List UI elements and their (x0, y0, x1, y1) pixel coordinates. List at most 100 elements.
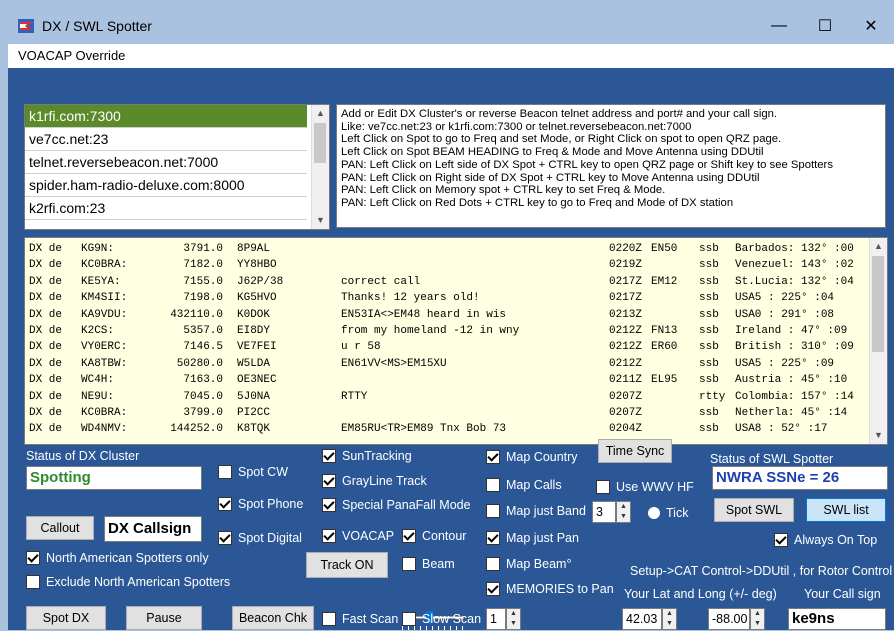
spot-cw-checkbox[interactable]: Spot CW (218, 465, 288, 479)
spot-dx-button[interactable]: Spot DX (26, 606, 106, 630)
maximize-button[interactable]: ☐ (802, 8, 848, 44)
spot-row[interactable]: DX de VY0ERC: 7146.5 VE7FEI u r 58 0212Z ER60 s… (25, 339, 887, 355)
cluster-list[interactable]: k1rfi.com:7300 ve7cc.net:23 telnet.rever… (24, 104, 330, 230)
spot-row[interactable]: DX de KA9VDU: 432110.0 K0DOK EN53IA<>EM48 he… (25, 307, 887, 323)
checkbox-box (322, 449, 336, 463)
callout-button[interactable]: Callout (26, 516, 94, 540)
pause-button[interactable]: Pause (126, 606, 202, 630)
map-just-pan-checkbox[interactable]: Map just Pan (486, 531, 579, 545)
latitude-input[interactable]: 42.03 (622, 608, 662, 630)
spot-comment: u r 58 (341, 341, 381, 354)
spot-dx: DX de (29, 292, 63, 305)
spot-dx: DX de (29, 357, 63, 370)
spot-call: KG9N: (81, 243, 115, 255)
menu-bar: VOACAP Override (8, 44, 894, 69)
longitude-input[interactable]: -88.00 (708, 608, 750, 630)
help-text-box[interactable]: Add or Edit DX Cluster's or reverse Beac… (336, 104, 886, 228)
grayline-checkbox[interactable]: GrayLine Track (322, 474, 427, 488)
spot-row[interactable]: DX de KC0BRA: 3799.0 PI2CC 0207Z ssb Netherla:… (25, 405, 887, 421)
cluster-list-item[interactable]: spider.ham-radio-deluxe.com:8000 (25, 174, 307, 197)
memories-checkbox[interactable]: MEMORIES to Pan (486, 582, 614, 596)
spot-mode: ssb (699, 324, 719, 337)
suntracking-checkbox[interactable]: SunTracking (322, 449, 412, 463)
cluster-status-label: Status of DX Cluster (26, 449, 140, 463)
spot-call: KM4SII: (81, 292, 128, 305)
chevron-down-icon[interactable]: ▼ (870, 427, 887, 444)
spot-row[interactable]: DX de KE5YA: 7155.0 J62P/38 correct call 0217… (25, 274, 887, 290)
na-only-checkbox[interactable]: North American Spotters only (26, 551, 209, 565)
map-just-band-checkbox[interactable]: Map just Band (486, 504, 586, 518)
spot-freq: 50280.0 (176, 357, 223, 370)
contour-checkbox[interactable]: Contour (402, 529, 466, 543)
scan-speed-spinner[interactable]: ▲ ▼ (506, 608, 521, 630)
swl-status-value: NWRA SSNe = 26 (712, 466, 888, 490)
spot-row[interactable]: DX de NE9U: 7045.0 5J0NA RTTY 0207Z rtty Colomb… (25, 389, 887, 405)
latitude-spinner[interactable]: ▲ ▼ (662, 608, 677, 630)
dx-spot-list[interactable]: DX de KG9N: 3791.0 8P9AL 0220Z EN50 ssb Barbado… (24, 237, 888, 445)
scroll-thumb[interactable] (314, 123, 326, 163)
track-on-button[interactable]: Track ON (306, 552, 388, 578)
beacon-chk-button[interactable]: Beacon Chk (232, 606, 314, 630)
spot-freq: 3799.0 (183, 406, 223, 419)
spot-row[interactable]: DX de KA8TBW: 50280.0 W5LDA EN61VV<MS>EM15XU… (25, 356, 887, 372)
spot-row[interactable]: DX de KM4SII: 7198.0 KG5HVO Thanks! 12 years… (25, 290, 887, 306)
map-beam-checkbox[interactable]: Map Beam° (486, 557, 571, 571)
spot-time: 0207Z (609, 390, 643, 403)
spot-country: St.Lucia: 132° :04 (735, 275, 854, 288)
swl-list-button[interactable]: SWL list (806, 498, 886, 522)
map-country-checkbox[interactable]: Map Country (486, 450, 578, 464)
cluster-list-item[interactable]: k1rfi.com:7300 (25, 105, 307, 128)
spot-phone-checkbox[interactable]: Spot Phone (218, 497, 303, 511)
spot-dxcall: EI8DY (237, 324, 271, 337)
always-on-top-checkbox[interactable]: Always On Top (774, 533, 877, 547)
main-window: DX / SWL Spotter — ☐ ✕ VOACAP Override k… (8, 8, 894, 630)
spot-swl-button[interactable]: Spot SWL (714, 498, 794, 522)
spot-row[interactable]: DX de WD4NMV: 144252.0 K8TQK EM85RU<TR>EM89 … (25, 421, 887, 437)
cluster-list-item[interactable]: telnet.reversebeacon.net:7000 (25, 151, 307, 174)
scan-speed-input[interactable]: 1 (486, 608, 506, 630)
callsign-input[interactable]: ke9ns (788, 608, 886, 630)
cluster-list-item[interactable]: ve7cc.net:23 (25, 128, 307, 151)
spot-dxcall: 8P9AL (237, 243, 271, 255)
longitude-spinner[interactable]: ▲ ▼ (750, 608, 765, 630)
band-input[interactable]: 3 (592, 501, 616, 523)
chevron-up-icon[interactable]: ▲ (312, 105, 329, 122)
title-bar[interactable]: DX / SWL Spotter — ☐ ✕ (8, 8, 894, 44)
chevron-up-icon[interactable]: ▲ (870, 238, 887, 255)
special-panafall-checkbox[interactable]: Special PanaFall Mode (322, 498, 471, 512)
spot-row[interactable]: DX de KC0BRA: 7182.0 YY8HBO 0219Z ssb Venezuel… (25, 257, 887, 273)
spot-mode: ssb (699, 357, 719, 370)
tick-radio[interactable]: Tick (648, 506, 688, 520)
spot-country: USA5 : 225° :04 (735, 292, 835, 305)
menu-voacap-override[interactable]: VOACAP Override (18, 48, 125, 63)
checkbox-box (26, 551, 40, 565)
exclude-na-checkbox[interactable]: Exclude North American Spotters (26, 575, 230, 589)
map-calls-checkbox[interactable]: Map Calls (486, 478, 562, 492)
spot-mode: ssb (699, 308, 719, 321)
cluster-list-scrollbar[interactable]: ▲ ▼ (311, 105, 329, 229)
checkbox-box (26, 575, 40, 589)
spot-row[interactable]: DX de K2CS: 5357.0 EI8DY from my homeland -1… (25, 323, 887, 339)
beam-checkbox[interactable]: Beam (402, 557, 455, 571)
time-sync-button[interactable]: Time Sync (598, 439, 672, 463)
spot-row[interactable]: DX de WC4H: 7163.0 OE3NEC 0211Z EL95 ssb Austri… (25, 372, 887, 388)
spot-dx: DX de (29, 341, 63, 354)
voacap-checkbox[interactable]: VOACAP (322, 529, 394, 543)
dx-callsign-field[interactable]: DX Callsign (104, 516, 202, 542)
use-wwv-checkbox[interactable]: Use WWV HF (596, 480, 694, 494)
spot-country: Colombia: 157° :14 (735, 390, 854, 403)
cluster-list-item[interactable]: k2rfi.com:23 (25, 197, 307, 220)
close-button[interactable]: ✕ (848, 8, 894, 44)
band-spinner[interactable]: ▲ ▼ (616, 501, 631, 523)
spot-dx: DX de (29, 243, 63, 255)
chevron-down-icon[interactable]: ▼ (312, 212, 329, 229)
minimize-button[interactable]: — (756, 8, 802, 44)
slow-scan-checkbox[interactable]: Slow Scan (402, 612, 481, 626)
spot-time: 0211Z (609, 374, 643, 387)
scroll-thumb[interactable] (872, 256, 884, 352)
spot-digital-checkbox[interactable]: Spot Digital (218, 531, 302, 545)
fast-scan-checkbox[interactable]: Fast Scan (322, 612, 398, 626)
spot-row[interactable]: DX de KG9N: 3791.0 8P9AL 0220Z EN50 ssb Barbado… (25, 241, 887, 257)
spot-list-scrollbar[interactable]: ▲ ▼ (869, 238, 887, 444)
spot-call: KA9VDU: (81, 308, 128, 321)
